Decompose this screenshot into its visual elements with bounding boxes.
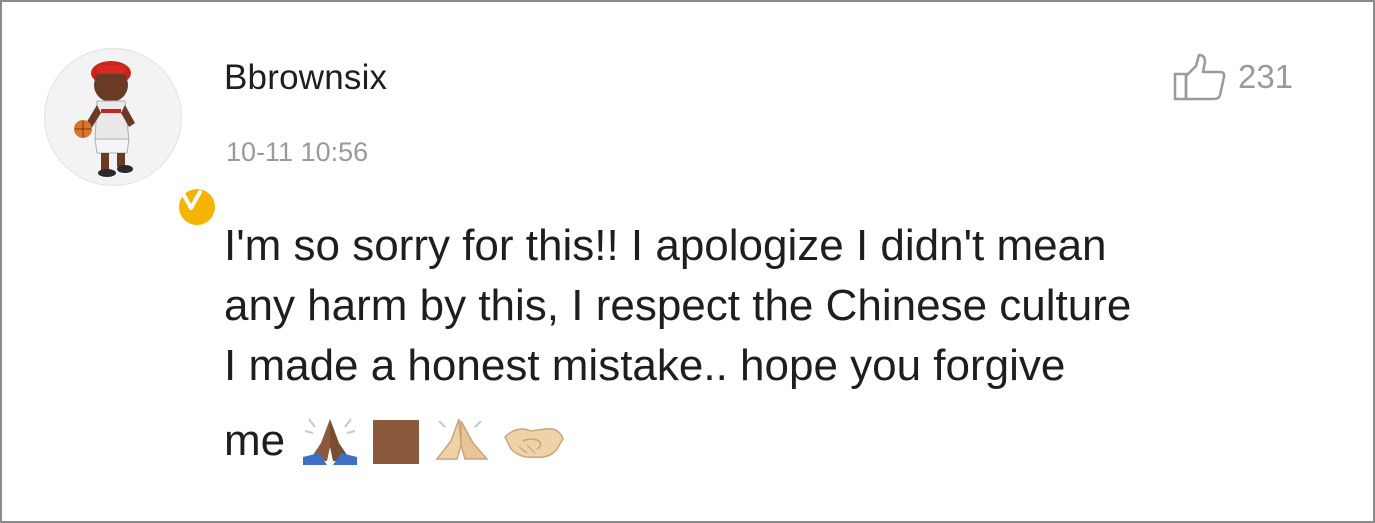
thumbs-up-icon bbox=[1173, 53, 1226, 101]
comment-timestamp: 10-11 10:56 bbox=[226, 137, 369, 167]
comment-line-1: I'm so sorry for this!! I apologize I di… bbox=[224, 221, 1107, 270]
emoji-row bbox=[299, 413, 575, 469]
handshake-light-skin-icon bbox=[504, 427, 564, 459]
comment-line-2: any harm by this, I respect the Chinese … bbox=[224, 281, 1132, 330]
verified-badge bbox=[176, 186, 218, 228]
folded-hands-light-skin-icon bbox=[435, 418, 489, 460]
comment-card: Bbrownsix 10-11 10:56 231 I'm so sorry f… bbox=[0, 0, 1375, 523]
comment-line-4: me bbox=[224, 416, 286, 465]
avatar[interactable] bbox=[44, 48, 218, 228]
like-count: 231 bbox=[1238, 58, 1294, 95]
comment-line-3: I made a honest mistake.. hope you forgi… bbox=[224, 341, 1066, 390]
comment-text: I'm so sorry for this!! I apologize I di… bbox=[224, 216, 1334, 480]
comment-line-4-row: me bbox=[224, 402, 1334, 480]
like-button[interactable]: 231 bbox=[1172, 52, 1293, 102]
username[interactable]: Bbrownsix bbox=[224, 58, 387, 98]
verified-v-icon bbox=[180, 190, 202, 210]
brown-square-icon bbox=[373, 420, 420, 464]
player-avatar-icon bbox=[46, 50, 180, 184]
folded-hands-dark-skin-icon bbox=[303, 418, 358, 465]
